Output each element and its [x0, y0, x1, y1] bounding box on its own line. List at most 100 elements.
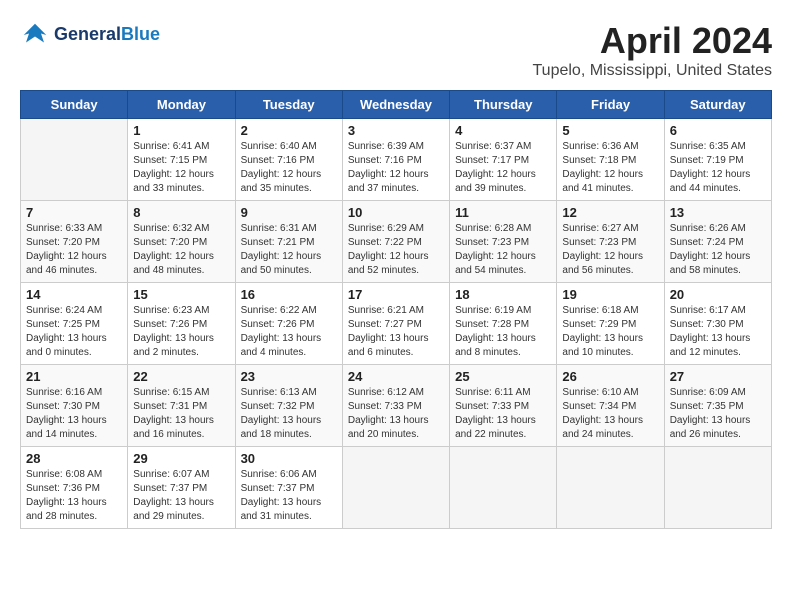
day-info: Sunrise: 6:13 AM Sunset: 7:32 PM Dayligh…	[241, 386, 337, 442]
day-number: 28	[26, 451, 122, 466]
day-number: 19	[562, 287, 658, 302]
calendar-cell: 4 Sunrise: 6:37 AM Sunset: 7:17 PM Daylig…	[450, 119, 557, 201]
logo: GeneralBlue	[20, 20, 160, 50]
day-number: 23	[241, 369, 337, 384]
day-number: 15	[133, 287, 229, 302]
day-info: Sunrise: 6:22 AM Sunset: 7:26 PM Dayligh…	[241, 304, 337, 360]
day-info: Sunrise: 6:36 AM Sunset: 7:18 PM Dayligh…	[562, 140, 658, 196]
calendar-cell: 15 Sunrise: 6:23 AM Sunset: 7:26 PM Dayli…	[128, 283, 235, 365]
calendar-cell	[557, 447, 664, 529]
calendar-cell: 25Sunrise: 6:11 AM Sunset: 7:33 PM Dayli…	[450, 365, 557, 447]
day-number: 3	[348, 123, 444, 138]
calendar-cell: 7 Sunrise: 6:33 AM Sunset: 7:20 PM Daylig…	[21, 201, 128, 283]
day-info: Sunrise: 6:15 AM Sunset: 7:31 PM Dayligh…	[133, 386, 229, 442]
day-number: 14	[26, 287, 122, 302]
page-header: GeneralBlue April 2024 Tupelo, Mississip…	[20, 20, 772, 80]
day-number: 11	[455, 205, 551, 220]
day-info: Sunrise: 6:08 AM Sunset: 7:36 PM Dayligh…	[26, 468, 122, 524]
day-info: Sunrise: 6:17 AM Sunset: 7:30 PM Dayligh…	[670, 304, 766, 360]
calendar-cell: 20Sunrise: 6:17 AM Sunset: 7:30 PM Dayli…	[664, 283, 771, 365]
calendar-cell: 6Sunrise: 6:35 AM Sunset: 7:19 PM Daylig…	[664, 119, 771, 201]
day-number: 7	[26, 205, 122, 220]
calendar-week: 14 Sunrise: 6:24 AM Sunset: 7:25 PM Dayli…	[21, 283, 772, 365]
calendar-cell: 14 Sunrise: 6:24 AM Sunset: 7:25 PM Dayli…	[21, 283, 128, 365]
calendar-cell: 8 Sunrise: 6:32 AM Sunset: 7:20 PM Daylig…	[128, 201, 235, 283]
calendar-cell: 24 Sunrise: 6:12 AM Sunset: 7:33 PM Dayli…	[342, 365, 449, 447]
day-number: 10	[348, 205, 444, 220]
day-info: Sunrise: 6:33 AM Sunset: 7:20 PM Dayligh…	[26, 222, 122, 278]
day-info: Sunrise: 6:06 AM Sunset: 7:37 PM Dayligh…	[241, 468, 337, 524]
calendar-cell: 1 Sunrise: 6:41 AM Sunset: 7:15 PM Daylig…	[128, 119, 235, 201]
calendar-cell	[664, 447, 771, 529]
weekday-header: Sunday	[21, 91, 128, 119]
day-info: Sunrise: 6:29 AM Sunset: 7:22 PM Dayligh…	[348, 222, 444, 278]
calendar-cell	[450, 447, 557, 529]
calendar-cell: 2 Sunrise: 6:40 AM Sunset: 7:16 PM Daylig…	[235, 119, 342, 201]
logo-general: General	[54, 24, 121, 44]
weekday-header: Thursday	[450, 91, 557, 119]
weekday-header: Monday	[128, 91, 235, 119]
day-info: Sunrise: 6:16 AM Sunset: 7:30 PM Dayligh…	[26, 386, 122, 442]
day-number: 16	[241, 287, 337, 302]
day-info: Sunrise: 6:11 AM Sunset: 7:33 PM Dayligh…	[455, 386, 551, 442]
logo-icon	[20, 20, 50, 50]
weekday-header: Friday	[557, 91, 664, 119]
day-info: Sunrise: 6:09 AM Sunset: 7:35 PM Dayligh…	[670, 386, 766, 442]
day-number: 2	[241, 123, 337, 138]
day-info: Sunrise: 6:10 AM Sunset: 7:34 PM Dayligh…	[562, 386, 658, 442]
day-number: 24	[348, 369, 444, 384]
day-number: 6	[670, 123, 766, 138]
calendar-cell: 3 Sunrise: 6:39 AM Sunset: 7:16 PM Daylig…	[342, 119, 449, 201]
day-info: Sunrise: 6:12 AM Sunset: 7:33 PM Dayligh…	[348, 386, 444, 442]
calendar-table: SundayMondayTuesdayWednesdayThursdayFrid…	[20, 90, 772, 529]
calendar-cell: 22 Sunrise: 6:15 AM Sunset: 7:31 PM Dayli…	[128, 365, 235, 447]
day-info: Sunrise: 6:24 AM Sunset: 7:25 PM Dayligh…	[26, 304, 122, 360]
logo-blue: Blue	[121, 24, 160, 44]
calendar-cell: 21Sunrise: 6:16 AM Sunset: 7:30 PM Dayli…	[21, 365, 128, 447]
day-number: 26	[562, 369, 658, 384]
calendar-cell: 17Sunrise: 6:21 AM Sunset: 7:27 PM Dayli…	[342, 283, 449, 365]
day-number: 27	[670, 369, 766, 384]
day-number: 30	[241, 451, 337, 466]
day-info: Sunrise: 6:18 AM Sunset: 7:29 PM Dayligh…	[562, 304, 658, 360]
day-info: Sunrise: 6:19 AM Sunset: 7:28 PM Dayligh…	[455, 304, 551, 360]
calendar-cell: 29 Sunrise: 6:07 AM Sunset: 7:37 PM Dayli…	[128, 447, 235, 529]
day-info: Sunrise: 6:37 AM Sunset: 7:17 PM Dayligh…	[455, 140, 551, 196]
day-number: 22	[133, 369, 229, 384]
day-number: 12	[562, 205, 658, 220]
calendar-week: 1 Sunrise: 6:41 AM Sunset: 7:15 PM Daylig…	[21, 119, 772, 201]
day-info: Sunrise: 6:26 AM Sunset: 7:24 PM Dayligh…	[670, 222, 766, 278]
page-subtitle: Tupelo, Mississippi, United States	[532, 62, 772, 80]
weekday-header: Saturday	[664, 91, 771, 119]
calendar-cell: 5 Sunrise: 6:36 AM Sunset: 7:18 PM Daylig…	[557, 119, 664, 201]
day-number: 13	[670, 205, 766, 220]
day-number: 1	[133, 123, 229, 138]
weekday-header: Tuesday	[235, 91, 342, 119]
calendar-cell: 18 Sunrise: 6:19 AM Sunset: 7:28 PM Dayli…	[450, 283, 557, 365]
calendar-cell: 10 Sunrise: 6:29 AM Sunset: 7:22 PM Dayli…	[342, 201, 449, 283]
day-number: 5	[562, 123, 658, 138]
calendar-week: 28 Sunrise: 6:08 AM Sunset: 7:36 PM Dayli…	[21, 447, 772, 529]
calendar-cell: 9Sunrise: 6:31 AM Sunset: 7:21 PM Daylig…	[235, 201, 342, 283]
day-info: Sunrise: 6:40 AM Sunset: 7:16 PM Dayligh…	[241, 140, 337, 196]
calendar-cell: 30 Sunrise: 6:06 AM Sunset: 7:37 PM Dayli…	[235, 447, 342, 529]
day-number: 18	[455, 287, 551, 302]
calendar-cell: 12 Sunrise: 6:27 AM Sunset: 7:23 PM Dayli…	[557, 201, 664, 283]
day-number: 29	[133, 451, 229, 466]
day-number: 8	[133, 205, 229, 220]
day-number: 4	[455, 123, 551, 138]
day-number: 17	[348, 287, 444, 302]
day-info: Sunrise: 6:31 AM Sunset: 7:21 PM Dayligh…	[241, 222, 337, 278]
page-title: April 2024	[532, 20, 772, 62]
day-info: Sunrise: 6:28 AM Sunset: 7:23 PM Dayligh…	[455, 222, 551, 278]
day-info: Sunrise: 6:32 AM Sunset: 7:20 PM Dayligh…	[133, 222, 229, 278]
day-info: Sunrise: 6:23 AM Sunset: 7:26 PM Dayligh…	[133, 304, 229, 360]
calendar-cell	[342, 447, 449, 529]
day-info: Sunrise: 6:27 AM Sunset: 7:23 PM Dayligh…	[562, 222, 658, 278]
day-info: Sunrise: 6:39 AM Sunset: 7:16 PM Dayligh…	[348, 140, 444, 196]
calendar-cell: 16 Sunrise: 6:22 AM Sunset: 7:26 PM Dayli…	[235, 283, 342, 365]
calendar-cell: 11 Sunrise: 6:28 AM Sunset: 7:23 PM Dayli…	[450, 201, 557, 283]
calendar-header: SundayMondayTuesdayWednesdayThursdayFrid…	[21, 91, 772, 119]
day-info: Sunrise: 6:07 AM Sunset: 7:37 PM Dayligh…	[133, 468, 229, 524]
day-info: Sunrise: 6:41 AM Sunset: 7:15 PM Dayligh…	[133, 140, 229, 196]
